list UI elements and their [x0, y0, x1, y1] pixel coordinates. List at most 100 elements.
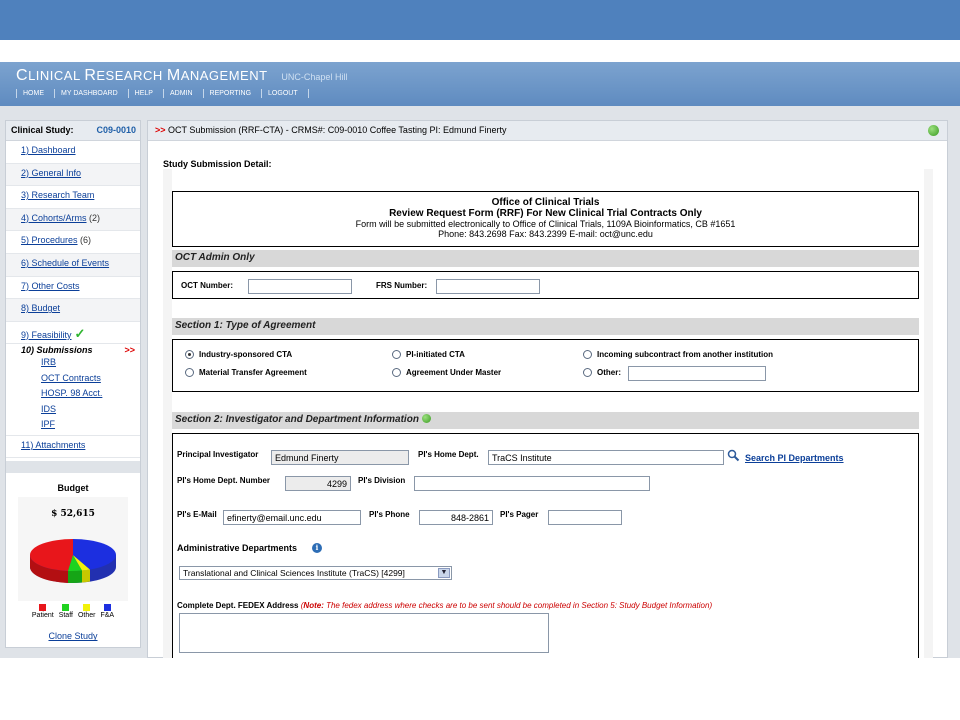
- oct-title: Office of Clinical Trials: [491, 197, 600, 208]
- sidebar-link[interactable]: 2) General Info: [21, 168, 81, 178]
- sidebar-submissions: 10) Submissions >> IRB OCT Contracts HOS…: [6, 344, 140, 436]
- radio-other[interactable]: Other:: [583, 368, 621, 377]
- sidebar-item-research-team[interactable]: 3) Research Team: [6, 186, 140, 209]
- dept-number-input[interactable]: 4299: [285, 476, 351, 491]
- submission-detail: Study Submission Detail: Office of Clini…: [163, 155, 933, 658]
- submissions-label: 10) Submissions: [21, 345, 93, 356]
- oct-number-input[interactable]: [248, 279, 352, 294]
- search-pi-departments-link[interactable]: Search PI Departments: [745, 453, 844, 463]
- radio-control[interactable]: [583, 350, 592, 359]
- clone-study-link[interactable]: Clone Study: [48, 631, 97, 641]
- legend-label: Other: [77, 612, 96, 620]
- other-agreement-input[interactable]: [628, 366, 766, 381]
- sidebar-item-procedures[interactable]: 5) Procedures (6): [6, 231, 140, 254]
- sidebar-item-schedule[interactable]: 6) Schedule of Events: [6, 253, 140, 277]
- sidebar-item-cohorts[interactable]: 4) Cohorts/Arms (2): [6, 208, 140, 232]
- magnifier-icon[interactable]: [727, 449, 740, 462]
- budget-legend: Patient Staff Other F&A: [6, 604, 140, 619]
- note-text: The fedex address where checks are to be…: [323, 601, 710, 610]
- radio-label: Material Transfer Agreement: [199, 368, 307, 377]
- sidebar-link[interactable]: 9) Feasibility: [21, 330, 72, 340]
- legend-item: F&A: [100, 604, 114, 619]
- pager-input[interactable]: [548, 510, 622, 525]
- clone-study: Clone Study: [6, 631, 140, 641]
- radio-control[interactable]: [392, 368, 401, 377]
- nav-my-dashboard[interactable]: MY DASHBOARD: [54, 89, 128, 98]
- submission-hosp-98[interactable]: HOSP. 98 Acct.: [21, 386, 140, 402]
- radio-master[interactable]: Agreement Under Master: [392, 368, 501, 377]
- frs-number-label: FRS Number:: [376, 281, 428, 290]
- division-input[interactable]: [414, 476, 650, 491]
- home-dept-input[interactable]: TraCS Institute: [488, 450, 724, 465]
- sidebar-link[interactable]: 11) Attachments: [21, 440, 85, 450]
- detail-title: Study Submission Detail:: [163, 155, 933, 169]
- radio-industry-cta[interactable]: Industry-sponsored CTA: [185, 350, 292, 359]
- radio-label: Other:: [597, 368, 621, 377]
- radio-label: PI-initiated CTA: [406, 350, 465, 359]
- sidebar-link[interactable]: 8) Budget: [21, 303, 60, 313]
- radio-subcontract[interactable]: Incoming subcontract from another instit…: [583, 350, 773, 359]
- chevron-down-icon[interactable]: ▼: [438, 568, 450, 578]
- sidebar-link[interactable]: 4) Cohorts/Arms: [21, 213, 87, 223]
- sidebar-item-general-info[interactable]: 2) General Info: [6, 163, 140, 187]
- section2-investigator: Principal Investigator Edmund Finerty PI…: [172, 433, 919, 658]
- app-header: CLINICAL RESEARCH MANAGEMENT UNC-Chapel …: [0, 62, 960, 106]
- sidebar-link[interactable]: 6) Schedule of Events: [21, 258, 109, 268]
- legend-swatch: [39, 604, 47, 612]
- study-label: Clinical Study:: [11, 125, 74, 135]
- submission-link[interactable]: IRB: [41, 357, 56, 367]
- legend-swatch: [83, 604, 91, 612]
- legend-label: F&A: [100, 612, 115, 620]
- admin-dept-select[interactable]: Translational and Clinical Sciences Inst…: [179, 566, 452, 580]
- submission-link[interactable]: OCT Contracts: [41, 373, 101, 383]
- submission-link[interactable]: HOSP. 98 Acct.: [41, 388, 102, 398]
- radio-control[interactable]: [185, 368, 194, 377]
- legend-label: Staff: [58, 612, 73, 620]
- budget-pie-chart: $ 52,615: [18, 497, 128, 602]
- note-label: Note:: [303, 601, 324, 610]
- main-panel: >> OCT Submission (RRF-CTA) - CRMS#: C09…: [147, 120, 948, 658]
- sidebar-link[interactable]: 3) Research Team: [21, 190, 94, 200]
- checkmark-icon: ✓: [74, 325, 86, 341]
- radio-control[interactable]: [583, 368, 592, 377]
- legend-item: Other: [77, 604, 96, 620]
- nav-admin[interactable]: ADMIN: [162, 89, 203, 98]
- radio-control[interactable]: [185, 350, 194, 359]
- sidebar-item-attachments[interactable]: 11) Attachments: [6, 436, 140, 459]
- double-arrow-icon: >>: [155, 125, 166, 135]
- info-icon[interactable]: i: [312, 543, 322, 553]
- sidebar-item-feasibility[interactable]: 9) Feasibility ✓: [6, 322, 140, 345]
- fedex-address-textarea[interactable]: [179, 613, 549, 653]
- radio-mta[interactable]: Material Transfer Agreement: [185, 368, 307, 377]
- brand-letter: R: [84, 67, 97, 84]
- brand-letter: C: [16, 67, 29, 84]
- sidebar-link[interactable]: 1) Dashboard: [21, 145, 76, 155]
- submission-link[interactable]: IDS: [41, 404, 56, 414]
- submission-ids[interactable]: IDS: [21, 402, 140, 418]
- nav-help[interactable]: HELP: [127, 89, 163, 98]
- submission-ipf[interactable]: IPF: [21, 417, 140, 433]
- sidebar-item-other-costs[interactable]: 7) Other Costs: [6, 277, 140, 300]
- phone-input[interactable]: 848-2861: [419, 510, 493, 525]
- sidebar-link[interactable]: 5) Procedures: [21, 235, 78, 245]
- radio-pi-cta[interactable]: PI-initiated CTA: [392, 350, 465, 359]
- brand-text: ESEARCH: [96, 68, 167, 83]
- pi-label: Principal Investigator: [177, 450, 259, 459]
- sidebar-item-dashboard[interactable]: 1) Dashboard: [6, 141, 140, 164]
- submission-irb[interactable]: IRB: [21, 355, 140, 371]
- note-paren: ): [709, 601, 713, 610]
- nav-logout[interactable]: LOGOUT: [261, 89, 308, 98]
- email-input[interactable]: efinerty@email.unc.edu: [223, 510, 361, 525]
- nav-separator: [307, 89, 325, 98]
- sidebar-link[interactable]: 7) Other Costs: [21, 281, 80, 291]
- sidebar-item-budget[interactable]: 8) Budget: [6, 299, 140, 322]
- submission-link[interactable]: IPF: [41, 419, 55, 429]
- sidebar-divider: [6, 461, 140, 474]
- radio-control[interactable]: [392, 350, 401, 359]
- nav-reporting[interactable]: REPORTING: [202, 89, 262, 98]
- frs-number-input[interactable]: [436, 279, 540, 294]
- submission-oct-contracts[interactable]: OCT Contracts: [21, 371, 140, 387]
- nav-home[interactable]: HOME: [16, 89, 54, 98]
- main-header: >> OCT Submission (RRF-CTA) - CRMS#: C09…: [148, 121, 947, 141]
- pi-input[interactable]: Edmund Finerty: [271, 450, 409, 465]
